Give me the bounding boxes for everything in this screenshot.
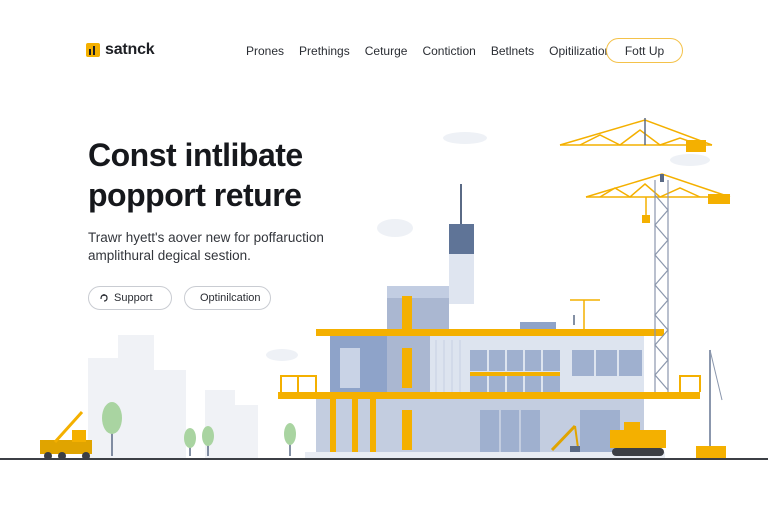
nav-item-prones[interactable]: Prones: [246, 44, 284, 58]
nav-item-opitilization[interactable]: Opitilization: [549, 44, 611, 58]
background-city: [88, 335, 258, 458]
construction-illustration: [40, 118, 731, 460]
nav-item-betlnets[interactable]: Betlnets: [491, 44, 534, 58]
site-header: satnck Prones Prethings Ceturge Conticti…: [0, 0, 768, 100]
brand-name: satnck: [105, 41, 155, 58]
header-cta-button[interactable]: Fott Up: [606, 38, 683, 63]
nav-item-ceturge[interactable]: Ceturge: [365, 44, 408, 58]
tower-crane-top: [559, 118, 713, 152]
main-building: [278, 184, 701, 458]
right-pole: [696, 349, 726, 458]
brand-logo[interactable]: satnck: [86, 41, 155, 59]
nav-item-contiction[interactable]: Contiction: [422, 44, 475, 58]
ground-line: [0, 458, 768, 460]
clouds: [266, 132, 710, 361]
mobile-crane: [40, 410, 92, 460]
logo-mark-icon: [86, 43, 100, 57]
main-nav: Prones Prethings Ceturge Contiction Betl…: [246, 44, 611, 58]
rooftop-crane: [570, 299, 600, 329]
nav-item-prethings[interactable]: Prethings: [299, 44, 350, 58]
